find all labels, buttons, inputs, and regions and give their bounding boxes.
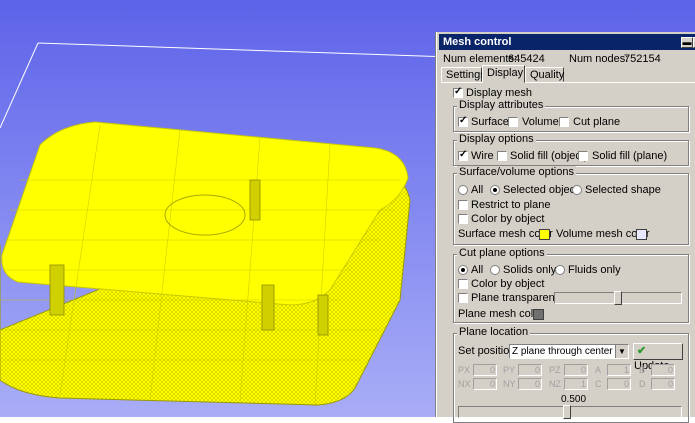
py-label: PY: [503, 365, 516, 375]
mesh-post: [317, 294, 329, 336]
plane-position-slider[interactable]: [458, 405, 682, 419]
fluids-only-label: Fluids only: [568, 264, 621, 276]
ny-field: 0: [518, 378, 542, 390]
num-nodes-label: Num nodes:: [569, 53, 629, 65]
d-field: 0: [651, 378, 675, 390]
plane-mesh-color-label: Plane mesh color: [458, 308, 543, 320]
set-position-label: Set position: [458, 345, 516, 357]
tab-quality[interactable]: Quality: [525, 67, 564, 82]
cutplane-color-by-object-checkbox[interactable]: [458, 279, 468, 289]
fluids-only-radio[interactable]: [555, 265, 565, 275]
restrict-to-plane-label: Restrict to plane: [471, 199, 551, 211]
mesh-post: [261, 284, 275, 331]
mesh-post: [249, 179, 261, 221]
nz-label: NZ: [549, 379, 561, 389]
mesh-control-panel: Mesh control ▬ ✕ Num elements: 645424 Nu…: [436, 32, 695, 423]
ny-label: NY: [503, 379, 516, 389]
display-attributes-title: Display attributes: [457, 99, 546, 111]
pz-label: PZ: [549, 365, 561, 375]
update-button[interactable]: ✔ Update: [633, 343, 683, 372]
surfvol-all-radio[interactable]: [458, 185, 468, 195]
surface-volume-options-title: Surface/volume options: [457, 166, 576, 178]
volume-checkbox[interactable]: [508, 117, 518, 127]
num-elements-value: 645424: [508, 53, 545, 65]
solid-fill-plane-label: Solid fill (plane): [592, 150, 668, 162]
cut-plane-options-title: Cut plane options: [457, 247, 547, 259]
window-title: Mesh control: [443, 36, 512, 48]
py-field: 0: [518, 364, 542, 376]
selected-object-label: Selected object: [503, 184, 579, 196]
plane-transparency-checkbox[interactable]: [458, 293, 468, 303]
plane-location-title: Plane location: [457, 326, 531, 338]
solid-fill-object-label: Solid fill (object): [510, 150, 588, 162]
plane-mesh-color-swatch[interactable]: [533, 309, 544, 320]
pz-field: 0: [564, 364, 588, 376]
cutplane-all-radio[interactable]: [458, 265, 468, 275]
cutplane-color-by-object-label: Color by object: [471, 278, 545, 290]
minimize-icon[interactable]: ▬: [681, 37, 693, 48]
solids-only-label: Solids only: [503, 264, 557, 276]
selected-shape-label: Selected shape: [585, 184, 661, 196]
display-mesh-label: Display mesh: [466, 87, 533, 99]
surface-mesh-color-swatch[interactable]: [539, 229, 550, 240]
b-field: 0: [651, 364, 675, 376]
nz-field: 1: [564, 378, 588, 390]
cut-plane-label: Cut plane: [573, 116, 621, 128]
a-field: 1: [607, 364, 631, 376]
display-mesh-checkbox[interactable]: [453, 86, 463, 98]
selected-object-radio[interactable]: [490, 185, 500, 195]
c-label: C: [595, 379, 602, 389]
set-position-select[interactable]: Z plane through center ▼: [509, 344, 629, 359]
surfvol-color-by-object-checkbox[interactable]: [458, 214, 468, 224]
cut-plane-checkbox[interactable]: [559, 117, 569, 127]
surfvol-color-by-object-label: Color by object: [471, 213, 545, 225]
num-nodes-value: 752154: [624, 53, 661, 65]
b-label: B: [639, 365, 646, 375]
restrict-to-plane-checkbox[interactable]: [458, 200, 468, 210]
nx-field: 0: [473, 378, 497, 390]
plane-transparency-thumb[interactable]: [614, 291, 622, 305]
px-field: 0: [473, 364, 497, 376]
surface-label: Surface: [471, 116, 509, 128]
surface-checkbox[interactable]: [458, 115, 468, 127]
volume-label: Volume: [522, 116, 559, 128]
tab-settings[interactable]: Settings: [441, 67, 486, 82]
selected-shape-radio[interactable]: [572, 185, 582, 195]
display-options-title: Display options: [457, 133, 536, 145]
title-bar: Mesh control ▬ ✕: [439, 34, 695, 50]
chevron-down-icon[interactable]: ▼: [615, 345, 628, 358]
volume-mesh-color-swatch[interactable]: [636, 229, 647, 240]
surfvol-all-label: All: [471, 184, 484, 196]
tab-display[interactable]: Display: [482, 65, 525, 83]
checkmark-icon: ✔: [637, 345, 647, 357]
set-position-value: Z plane through center: [512, 346, 613, 357]
d-label: D: [639, 379, 646, 389]
bounding-box-edge: [0, 42, 39, 129]
wire-label: Wire: [471, 150, 494, 162]
solid-fill-object-checkbox[interactable]: [497, 151, 507, 161]
solids-only-radio[interactable]: [490, 265, 500, 275]
mesh-post: [49, 264, 65, 316]
plane-position-value: 0.500: [561, 394, 587, 405]
num-elements-label: Num elements:: [443, 53, 517, 65]
wire-checkbox[interactable]: [458, 149, 468, 161]
c-field: 0: [607, 378, 631, 390]
solid-fill-plane-checkbox[interactable]: [578, 151, 588, 161]
px-label: PX: [458, 365, 471, 375]
nx-label: NX: [458, 379, 471, 389]
cutplane-all-label: All: [471, 264, 484, 276]
plane-transparency-slider[interactable]: [554, 291, 682, 305]
plane-transparency-label: Plane transparency: [471, 292, 566, 304]
a-label: A: [595, 365, 602, 375]
